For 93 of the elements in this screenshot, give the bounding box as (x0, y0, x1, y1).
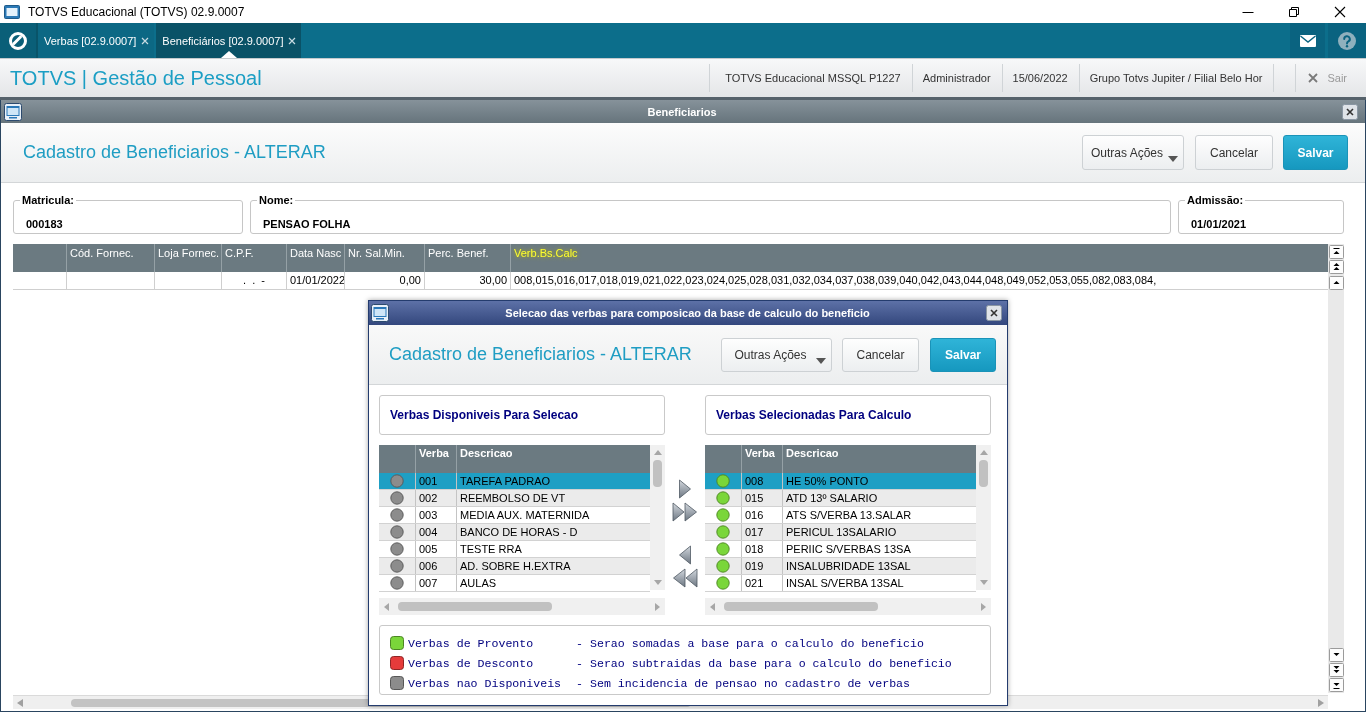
table-cell: 008 (741, 473, 782, 489)
scroll-thumb[interactable] (653, 460, 662, 487)
table-cell: 001 (415, 473, 456, 489)
list-row[interactable]: 001 TAREFA PADRAO (379, 473, 650, 490)
column-header[interactable]: Data Nasc (286, 244, 344, 272)
legend-text: - Sem incidencia de pensao no cadastro de verbas (576, 676, 911, 690)
window-icon (371, 304, 389, 322)
input-field[interactable]: Admissão: 01/01/2021 (1178, 194, 1344, 234)
cancel-button[interactable]: Cancelar (1195, 135, 1273, 170)
table-cell: 004 (415, 524, 456, 540)
window-icon (4, 102, 22, 121)
list-row[interactable]: 002 REEMBOLSO DE VT (379, 490, 650, 507)
table-cell: 021 (741, 575, 782, 591)
table-cell: . . - (221, 272, 286, 289)
column-header[interactable]: C.P.F. (221, 244, 286, 272)
list-row[interactable]: 021 INSAL S/VERBA 13SAL (705, 575, 976, 592)
list-row[interactable]: 005 TESTE RRA (379, 541, 650, 558)
list-row[interactable]: 003 MEDIA AUX. MATERNIDA (379, 507, 650, 524)
caret-icon (1168, 156, 1178, 162)
table-cell: 01/01/2022 (286, 272, 344, 289)
field-value: PENSAO FOLHA (263, 218, 351, 231)
scroll-thumb[interactable] (979, 460, 988, 487)
legend-text: - Serao subtraidas da base para o calculo do beneficio (576, 656, 952, 670)
table-cell: 007 (415, 575, 456, 591)
tab[interactable]: Beneficiários [02.9.0007] (156, 23, 302, 58)
scroll-thumb[interactable] (398, 602, 552, 611)
close-icon[interactable] (1342, 103, 1358, 120)
table-cell: 006 (415, 558, 456, 574)
table-cell: 017 (741, 524, 782, 540)
status-text: 15/06/2022 (1001, 64, 1079, 92)
close-icon (1308, 73, 1319, 83)
list-row[interactable]: 019 INSALUBRIDADE 13SAL (705, 558, 976, 575)
column-header[interactable]: Cód. Fornec. (66, 244, 154, 272)
input-field[interactable]: Matricula: 000183 (13, 194, 243, 234)
table-cell: 015 (741, 490, 782, 506)
input-field[interactable]: Nome: PENSAO FOLHA (250, 194, 1171, 234)
list-row[interactable]: 004 BANCO DE HORAS - D (379, 524, 650, 541)
tab[interactable]: Verbas [02.9.0007] (38, 23, 155, 58)
status-text: TOTVS Educacional MSSQL P1227 (709, 64, 912, 92)
table-cell: 0,00 (344, 272, 424, 289)
list-row[interactable]: 006 AD. SOBRE H.EXTRA (379, 558, 650, 575)
page-heading: Cadastro de Beneficiarios - ALTERAR (23, 142, 326, 163)
dialog-title: Selecao das verbas para composicao da base de calculo do beneficio (504, 307, 871, 319)
double-right-arrow-icon[interactable] (672, 502, 698, 522)
legend-text: - Serao somadas a base para o calculo do beneficio (576, 636, 924, 650)
list-row[interactable]: 015 ATD 13º SALARIO (705, 490, 976, 507)
restore-icon[interactable] (1288, 5, 1300, 18)
list-row[interactable]: 016 ATS S/VERBA 13.SALAR (705, 507, 976, 524)
list-row[interactable]: 008 HE 50% PONTO (705, 473, 976, 490)
table-cell: 016 (741, 507, 782, 523)
panel-title: Verbas Selecionadas Para Calculo (705, 395, 991, 435)
panel-title: Verbas Disponiveis Para Selecao (379, 395, 665, 435)
actions-dropdown-button[interactable]: Outras Ações (1082, 135, 1184, 170)
field-value: 000183 (26, 218, 63, 231)
left-arrow-icon[interactable] (678, 545, 692, 565)
app-icon (4, 3, 20, 20)
field-label: Nome: (258, 194, 295, 207)
cancel-button[interactable]: Cancelar (842, 337, 919, 372)
table-cell: 002 (415, 490, 456, 506)
circle-logo-icon[interactable] (8, 30, 28, 51)
double-left-arrow-icon[interactable] (672, 568, 698, 588)
mail-icon[interactable] (1299, 34, 1316, 47)
list-row[interactable]: 017 PERICUL 13SALARIO (705, 524, 976, 541)
help-icon[interactable] (1338, 31, 1356, 50)
table-cell: 019 (741, 558, 782, 574)
page-heading: Cadastro de Beneficiarios - ALTERAR (389, 344, 692, 365)
status-text: Administrador (911, 64, 1002, 92)
window-title: TOTVS Educacional (TOTVS) 02.9.0007 (28, 4, 245, 19)
table-cell: 005 (415, 541, 456, 557)
field-value: 01/01/2021 (1191, 218, 1247, 231)
pointer-icon (220, 51, 237, 58)
list-row[interactable]: 007 AULAS (379, 575, 650, 592)
column-header[interactable]: Loja Fornec. (154, 244, 221, 272)
status-text: Grupo Totvs Jupiter / Filial Belo Hor (1078, 64, 1275, 92)
close-icon[interactable] (1334, 5, 1346, 18)
right-arrow-icon[interactable] (678, 479, 692, 499)
list-row[interactable]: 018 PERIIC S/VERBAS 13SA (705, 541, 976, 558)
table-cell: 30,00 (424, 272, 510, 289)
scroll-thumb[interactable] (724, 602, 878, 611)
app-title: TOTVS | Gestão de Pessoal (10, 66, 262, 90)
field-label: Admissão: (1186, 194, 1245, 207)
table-cell: 003 (415, 507, 456, 523)
close-icon[interactable] (986, 305, 1002, 321)
column-header[interactable]: Perc. Benef. (424, 244, 510, 272)
actions-dropdown-button[interactable]: Outras Ações (721, 337, 832, 372)
column-header[interactable]: Nr. Sal.Min. (344, 244, 424, 272)
legend-label: Verbas de Desconto (408, 656, 534, 670)
field-label: Matricula: (21, 194, 75, 207)
window-title: Beneficiarios (646, 105, 718, 118)
legend-label: Verbas de Provento (408, 636, 534, 650)
table-cell: 018 (741, 541, 782, 557)
caret-icon (816, 357, 826, 364)
legend-label: Verbas nao Disponiveis (408, 676, 562, 690)
